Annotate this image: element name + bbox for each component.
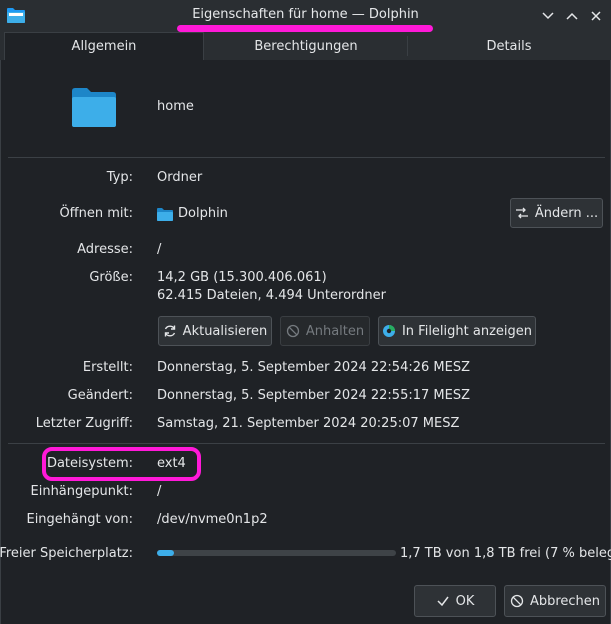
type-value: Ordner (157, 170, 203, 185)
tab-details[interactable]: Details (408, 32, 610, 60)
cancel-button-label: Abbrechen (529, 593, 601, 609)
check-icon (437, 596, 449, 607)
filelight-icon (382, 325, 395, 337)
minimize-button[interactable] (537, 6, 559, 26)
accessed-value: Samstag, 21. September 2024 20:25:07 MES… (157, 416, 460, 431)
free-space-label: Freier Speicherplatz: (0, 546, 133, 561)
created-value: Donnerstag, 5. September 2024 22:54:26 M… (157, 360, 470, 375)
filelight-button-label: In Filelight anzeigen (401, 323, 533, 339)
divider (8, 443, 605, 444)
cancel-button[interactable]: Abbrechen (504, 585, 606, 617)
dolphin-icon (157, 207, 173, 221)
mounted-on-label: Eingehängt von: (26, 512, 133, 527)
accessed-label: Letzter Zugriff: (35, 416, 133, 431)
refresh-button[interactable]: Aktualisieren (158, 316, 272, 346)
open-with-value: Dolphin (157, 206, 228, 221)
ok-button[interactable]: OK (414, 585, 496, 617)
change-button[interactable]: Ändern ... (510, 198, 603, 228)
ok-button-label: OK (455, 593, 475, 609)
disk-usage-fill (157, 550, 174, 556)
refresh-button-label: Aktualisieren (182, 323, 268, 339)
modified-value: Donnerstag, 5. September 2024 22:55:17 M… (157, 388, 470, 403)
address-value: / (157, 242, 162, 257)
open-with-app: Dolphin (178, 206, 228, 221)
open-with-label: Öffnen mit: (59, 206, 133, 221)
stop-button[interactable]: Anhalten (280, 316, 370, 346)
chevron-up-icon (566, 12, 578, 20)
size-detail: 62.415 Dateien, 4.494 Unterordner (157, 288, 386, 303)
cancel-icon (286, 324, 299, 338)
settings-icon (515, 207, 528, 219)
window-title: Eigenschaften für home — Dolphin (192, 7, 419, 22)
size-label: Größe: (89, 270, 133, 285)
created-label: Erstellt: (82, 360, 133, 375)
disk-usage-bar (157, 550, 396, 556)
tab-bar: Allgemein Berechtigungen Details (0, 32, 611, 60)
mountpoint-value: / (157, 484, 162, 499)
mounted-on-value: /dev/nvme0n1p2 (157, 512, 268, 527)
folder-icon (72, 88, 116, 127)
close-icon (591, 11, 601, 21)
close-button[interactable] (585, 6, 607, 26)
address-label: Adresse: (77, 242, 133, 257)
tab-allgemein[interactable]: Allgemein (4, 32, 204, 60)
cancel-icon (510, 594, 524, 608)
tab-berechtigungen[interactable]: Berechtigungen (205, 32, 407, 60)
change-button-label: Ändern ... (534, 205, 599, 221)
annotation-underline (177, 25, 433, 32)
refresh-icon (164, 325, 175, 337)
window-titlebar[interactable]: Eigenschaften für home — Dolphin (0, 0, 611, 32)
free-space-value: 1,7 TB von 1,8 TB frei (7 % belegt) (400, 546, 611, 561)
mountpoint-label: Einhängepunkt: (30, 484, 134, 499)
type-label: Typ: (106, 170, 133, 185)
size-value: 14,2 GB (15.300.406.061) (157, 270, 327, 285)
filelight-button[interactable]: In Filelight anzeigen (378, 316, 536, 346)
divider (8, 157, 605, 158)
stop-button-label: Anhalten (305, 323, 365, 339)
annotation-highlight (42, 447, 201, 481)
item-name: home (157, 99, 194, 114)
modified-label: Geändert: (67, 388, 133, 403)
maximize-button[interactable] (561, 6, 583, 26)
chevron-down-icon (542, 12, 554, 20)
